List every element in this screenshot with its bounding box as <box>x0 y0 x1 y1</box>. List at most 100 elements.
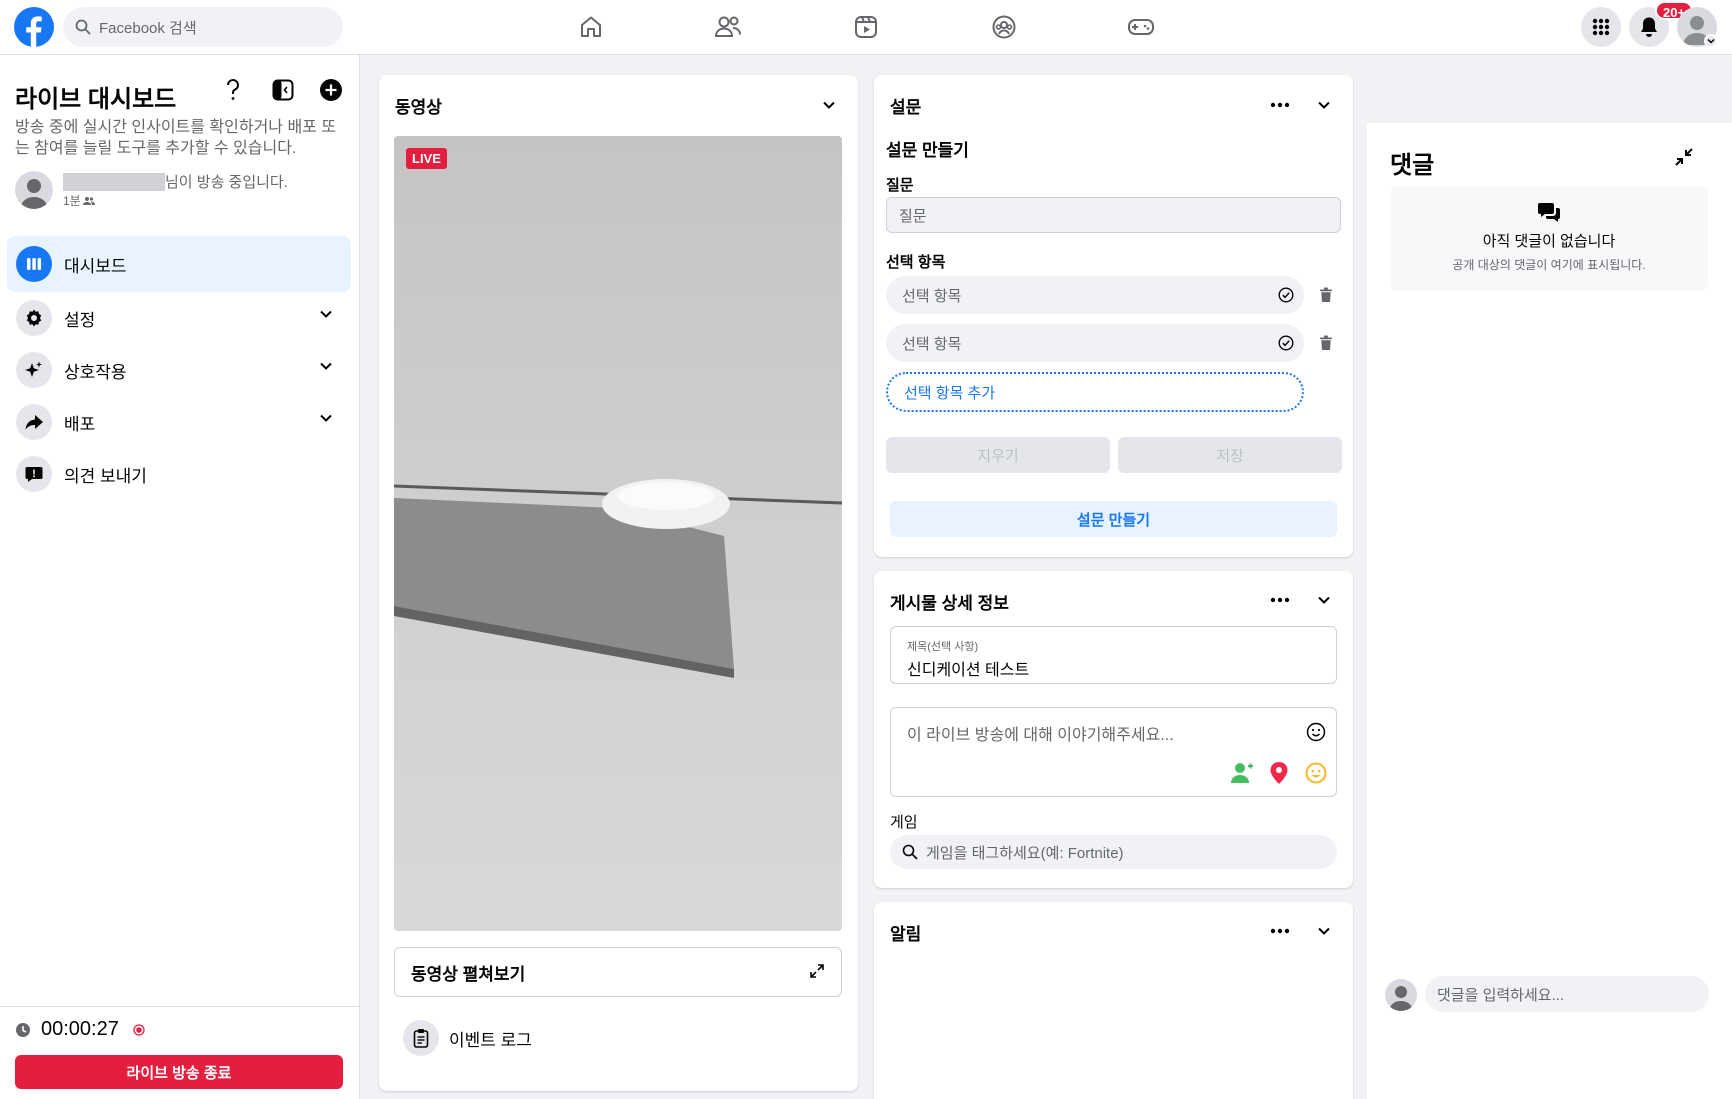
add-tool-icon[interactable] <box>316 75 346 105</box>
expand-video-button[interactable]: 동영상 펼쳐보기 <box>394 947 842 997</box>
collapse-icon[interactable] <box>1672 145 1696 169</box>
trash-icon[interactable] <box>1317 334 1335 352</box>
comment-placeholder: 댓글을 입력하세요... <box>1437 986 1565 1004</box>
clear-button[interactable]: 지우기 <box>886 437 1110 473</box>
game-tag-placeholder: 게임을 태그하세요(예: Fortnite) <box>926 844 1124 862</box>
chevron-down-icon[interactable] <box>1314 95 1334 115</box>
sidebar-item-label: 배포 <box>64 414 96 434</box>
more-options-icon[interactable] <box>1268 590 1292 610</box>
search-placeholder: Facebook 검색 <box>99 19 197 37</box>
options-label: 선택 항목 <box>886 254 946 271</box>
host-meta: 1분 <box>63 192 95 209</box>
poll-panel-title: 설문 <box>890 98 922 117</box>
host-name-redacted <box>63 173 165 191</box>
chevron-down-icon[interactable] <box>319 309 333 319</box>
more-options-icon[interactable] <box>1268 95 1292 115</box>
feeling-icon[interactable] <box>1304 761 1328 785</box>
watch-icon[interactable] <box>851 12 881 42</box>
gaming-icon[interactable] <box>1126 12 1156 42</box>
divider <box>0 1006 359 1007</box>
sidebar-item-label: 대시보드 <box>64 256 127 276</box>
game-tag-input[interactable]: 게임을 태그하세요(예: Fortnite) <box>890 835 1337 869</box>
live-badge: LIVE <box>406 148 447 169</box>
game-label: 게임 <box>890 814 918 831</box>
search-icon <box>75 19 91 35</box>
broadcast-duration: 1분 <box>63 194 81 208</box>
chevron-down-icon[interactable] <box>1314 921 1334 941</box>
chevron-down-icon[interactable] <box>319 413 333 423</box>
layout-toggle-icon[interactable] <box>268 75 298 105</box>
sidebar-item-label: 상호작용 <box>64 362 127 382</box>
recording-dot-icon <box>133 1023 145 1036</box>
friends-icon[interactable] <box>713 12 743 42</box>
account-chevron-icon[interactable] <box>1704 34 1718 48</box>
alerts-panel-title: 알림 <box>890 925 922 944</box>
post-title-value: 신디케이션 테스트 <box>907 662 1030 679</box>
host-avatar <box>15 171 53 209</box>
check-circle-icon[interactable] <box>1278 287 1294 303</box>
emoji-icon[interactable] <box>1304 720 1328 744</box>
commenter-avatar[interactable] <box>1385 979 1417 1011</box>
sidebar-item-label: 의견 보내기 <box>64 466 147 486</box>
end-live-button[interactable]: 라이브 방송 종료 <box>15 1055 343 1089</box>
save-button[interactable]: 저장 <box>1118 437 1342 473</box>
chevron-down-icon[interactable] <box>819 95 839 115</box>
menu-grid-icon[interactable] <box>1581 7 1621 47</box>
groups-icon[interactable] <box>989 12 1019 42</box>
live-dashboard-sidebar: 라이브 대시보드 방송 중에 실시간 인사이트를 확인하거나 배포 또는 참여를… <box>0 55 360 1099</box>
video-panel-title: 동영상 <box>395 98 442 117</box>
facebook-logo-icon[interactable] <box>14 7 54 47</box>
comments-title: 댓글 <box>1390 152 1435 179</box>
feedback-icon <box>16 456 52 492</box>
option-input-1[interactable]: 선택 항목 <box>886 276 1304 314</box>
sidebar-item-dashboard[interactable]: 대시보드 <box>7 236 351 292</box>
poll-panel: 설문 설문 만들기 질문 질문 선택 항목 선택 항목 선택 항목 선택 항목 … <box>874 75 1353 557</box>
host-status-text: 님이 방송 중입니다. <box>165 174 288 191</box>
trash-icon[interactable] <box>1317 286 1335 304</box>
search-icon <box>902 844 918 860</box>
empty-title: 아직 댓글이 없습니다 <box>1482 233 1616 250</box>
create-poll-heading: 설문 만들기 <box>886 141 969 160</box>
sidebar-item-distribution[interactable]: 배포 <box>7 394 351 450</box>
clock-icon <box>15 1022 31 1038</box>
broadcast-timer: 00:00:27 <box>15 1018 145 1041</box>
more-options-icon[interactable] <box>1268 921 1292 941</box>
comments-empty-state: 아직 댓글이 없습니다 공개 대상의 댓글이 여기에 표시됩니다. <box>1390 186 1708 291</box>
post-title-field[interactable]: 제목(선택 사항) 신디케이션 테스트 <box>890 626 1337 684</box>
add-option-button[interactable]: 선택 항목 추가 <box>886 372 1304 412</box>
audience-friends-icon <box>82 196 95 206</box>
search-bar[interactable]: Facebook 검색 <box>63 7 343 47</box>
expand-video-label: 동영상 펼쳐보기 <box>411 964 526 984</box>
home-icon[interactable] <box>576 12 606 42</box>
video-panel: 동영상 LIVE 동영상 펼쳐보기 이벤트 로그 <box>379 75 858 1091</box>
page-title: 라이브 대시보드 <box>15 86 177 113</box>
option-placeholder: 선택 항목 <box>902 287 962 305</box>
top-bar: Facebook 검색 20+ <box>0 0 1732 55</box>
tag-people-icon[interactable] <box>1231 761 1255 785</box>
create-poll-button[interactable]: 설문 만들기 <box>890 501 1337 537</box>
help-icon[interactable] <box>218 75 248 105</box>
option-input-2[interactable]: 선택 항목 <box>886 324 1304 362</box>
post-details-title: 게시물 상세 정보 <box>890 594 1009 613</box>
comment-input[interactable]: 댓글을 입력하세요... <box>1425 976 1709 1012</box>
live-video-preview[interactable]: LIVE <box>394 136 842 931</box>
post-title-label: 제목(선택 사항) <box>907 641 979 653</box>
sidebar-item-settings[interactable]: 설정 <box>7 290 351 346</box>
event-log-button[interactable]: 이벤트 로그 <box>403 1020 532 1056</box>
gear-icon <box>16 300 52 336</box>
comments-panel: 댓글 아직 댓글이 없습니다 공개 대상의 댓글이 여기에 표시됩니다. 댓글을… <box>1367 123 1732 1099</box>
clipboard-icon <box>403 1020 439 1056</box>
event-log-label: 이벤트 로그 <box>449 1030 532 1050</box>
chevron-down-icon[interactable] <box>1314 590 1334 610</box>
question-input[interactable]: 질문 <box>886 197 1341 233</box>
sidebar-item-feedback[interactable]: 의견 보내기 <box>7 446 351 502</box>
empty-subtitle: 공개 대상의 댓글이 여기에 표시됩니다. <box>1452 258 1646 272</box>
post-details-panel: 게시물 상세 정보 제목(선택 사항) 신디케이션 테스트 이 라이브 방송에 … <box>874 571 1353 888</box>
location-pin-icon[interactable] <box>1267 761 1291 785</box>
check-circle-icon[interactable] <box>1278 335 1294 351</box>
option-placeholder: 선택 항목 <box>902 335 962 353</box>
post-description-placeholder: 이 라이브 방송에 대해 이야기해주세요... <box>907 727 1174 744</box>
expand-icon <box>809 963 825 979</box>
chevron-down-icon[interactable] <box>319 361 333 371</box>
sidebar-item-interaction[interactable]: 상호작용 <box>7 342 351 398</box>
